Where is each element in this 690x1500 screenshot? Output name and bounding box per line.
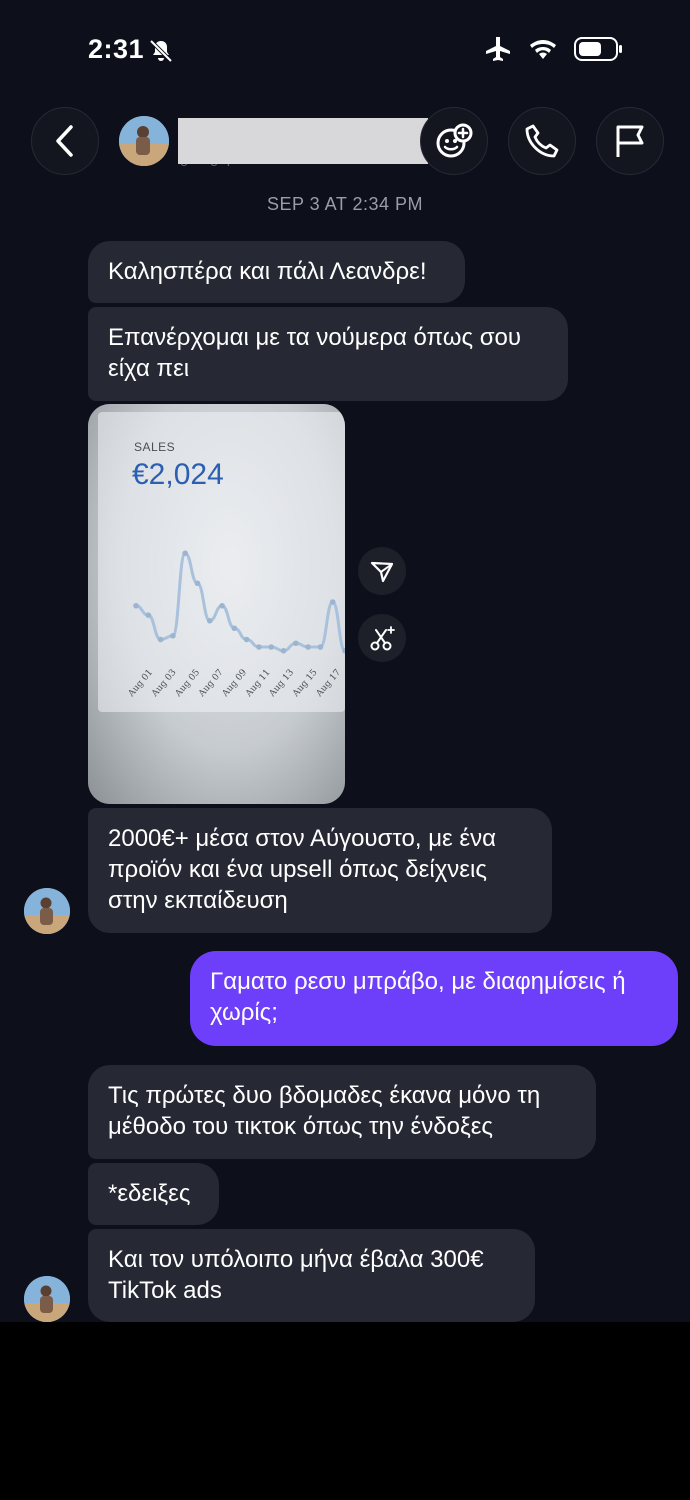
sender-avatar[interactable] [24,888,70,934]
sales-point [293,640,299,647]
sales-point [305,644,311,650]
phone-icon [525,124,559,158]
sales-point [329,599,336,605]
message-bubble-incoming[interactable]: 2000€+ μέσα στον Αύγουστο, με ένα προϊόν… [88,808,552,933]
message-bubble-incoming[interactable]: Επανέρχομαι με τα νούμερα όπως σου είχα … [88,307,568,401]
sales-point [145,612,152,618]
call-button[interactable] [508,107,576,175]
back-button[interactable] [31,107,99,175]
message-bubble-incoming[interactable]: Καλησπέρα και πάλι Λεανδρε! [88,241,465,303]
x-tick-label: Aug 01 [126,668,155,700]
flag-icon [616,125,644,157]
x-tick-label: Aug 11 [243,668,272,700]
chat-screen: 2:31 georgeparas [0,0,690,1322]
wifi-icon [530,40,556,59]
sales-point [268,644,275,650]
sales-point [256,644,262,650]
bell-muted-icon [149,39,173,63]
sales-point [219,602,225,609]
sales-point [243,636,250,643]
sales-point [206,617,213,624]
avatar-photo [24,888,70,934]
x-tick-label: Aug 17 [314,667,343,699]
sales-point [157,636,164,643]
send-icon [370,561,394,583]
x-tick-label: Aug 15 [290,667,319,699]
message-bubble-outgoing[interactable]: Γαματο ρεσυ μπράβο, με διαφημίσεις ή χωρ… [190,951,678,1046]
message-photo[interactable]: SALES €2,024 Aug 01 Aug 03 Aug 05 Aug 07 Aug… [88,404,345,804]
x-tick-label: Aug 05 [173,667,202,699]
x-tick-label: Aug 03 [149,667,178,699]
contact-avatar[interactable] [119,116,169,166]
report-button[interactable] [596,107,664,175]
redacted-name-block [178,118,428,164]
sales-point [133,602,139,609]
sales-point [280,647,287,654]
x-tick-label: Aug 09 [220,667,249,699]
sales-point [182,550,188,557]
avatar-photo [24,1276,70,1322]
sales-point [170,632,176,639]
scissors-sparkle-icon [370,626,395,651]
sales-line [135,551,345,653]
sticker-add-icon [436,123,473,158]
message-bubble-incoming[interactable]: Και τον υπόλοιπο μήνα έβαλα 300€ TikTok … [88,1229,535,1322]
sales-point [231,625,238,632]
sales-point [317,644,324,650]
x-tick-label: Aug 13 [267,667,296,699]
bottom-area [0,1322,690,1500]
message-bubble-incoming[interactable]: *εδειξες [88,1163,219,1225]
message-bubble-incoming[interactable]: Τις πρώτες δυο βδομαδες έκανα μόνο τη μέ… [88,1065,596,1159]
ai-edit-button[interactable] [358,614,406,662]
chevron-left-icon [56,125,73,157]
airplane-icon [486,37,510,61]
x-tick-label: Aug 07 [196,667,225,699]
status-time: 2:31 [88,34,145,64]
battery-icon [574,37,622,61]
avatar-photo [119,116,169,166]
status-icons [484,36,624,62]
sales-point [194,580,201,587]
sales-chart: Aug 01Aug 03Aug 05Aug 07Aug 09Aug 11Aug … [126,550,345,700]
sender-avatar[interactable] [24,1276,70,1322]
message-timestamp: SEP 3 AT 2:34 PM [266,194,424,214]
effects-button[interactable] [420,107,488,175]
share-button[interactable] [358,547,406,595]
